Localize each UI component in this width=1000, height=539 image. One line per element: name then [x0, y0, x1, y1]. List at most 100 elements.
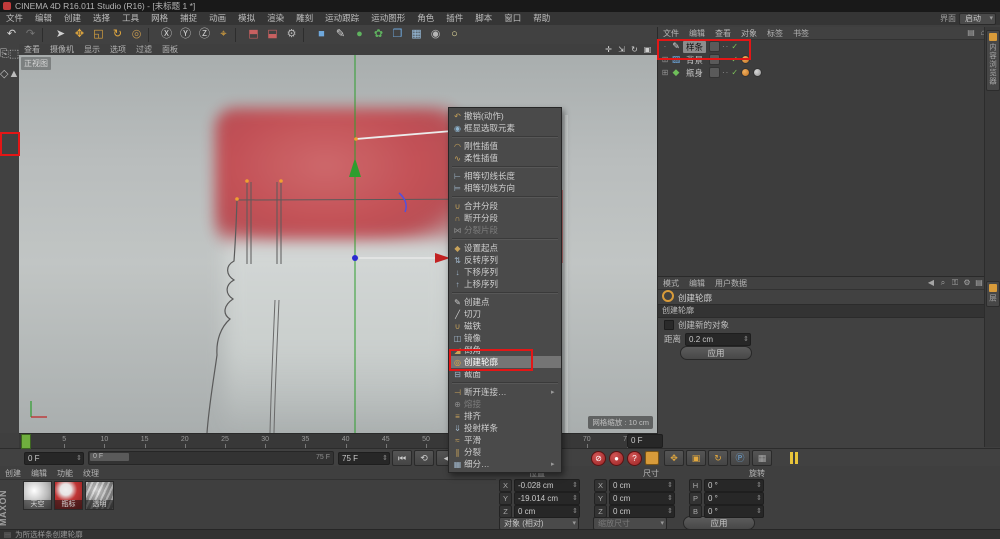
live-selection-icon[interactable]: ➤	[51, 26, 70, 43]
texture-tag[interactable]	[753, 68, 763, 77]
attr-back-icon[interactable]: ◀	[925, 277, 937, 289]
om-menu-查看[interactable]: 查看	[710, 28, 736, 40]
expand-toggle[interactable]: ·	[660, 42, 670, 51]
coord-system-icon[interactable]: ⌖	[214, 26, 233, 43]
object-row-样条[interactable]: · ✎ 样条 ·· ✓	[658, 40, 985, 53]
z-axis-lock-icon[interactable]: Ⓩ	[195, 26, 214, 43]
menu-文件[interactable]: 文件	[0, 12, 29, 25]
visibility-dots[interactable]: ··	[722, 55, 729, 64]
context-menu-item-撤销(动作)[interactable]: ↶ 撤销(动作)	[449, 110, 561, 122]
attribute-section-header[interactable]: 创建轮廓	[658, 304, 985, 318]
rotate-tool-icon[interactable]: ↻	[108, 26, 127, 43]
generator-icon[interactable]: ✿	[369, 26, 388, 43]
spline-pen-icon[interactable]: ✎	[331, 26, 350, 43]
field-rotation-p[interactable]: 0 ° ⇕	[704, 492, 764, 505]
render-view-icon[interactable]: ⬒	[244, 26, 263, 43]
object-name[interactable]: 瓶身	[683, 67, 706, 79]
field-position-z[interactable]: 0 cm ⇕	[514, 505, 580, 518]
field-rotation-b[interactable]: 0 ° ⇕	[704, 505, 764, 518]
enabled-check-icon[interactable]: ✓	[731, 42, 738, 51]
interface-select[interactable]: 启动	[959, 13, 996, 25]
field-size-y[interactable]: 0 cm ⇕	[609, 492, 675, 505]
object-row-背景[interactable]: ⊞ ▨ 背景 ·· ✓	[658, 53, 985, 66]
enabled-check-icon[interactable]: ✓	[731, 55, 738, 64]
last-tool-icon[interactable]: ◎	[127, 26, 146, 43]
viewport-menu-摄像机[interactable]: 摄像机	[45, 44, 79, 55]
menu-角色[interactable]: 角色	[411, 12, 440, 25]
coord-mode-select[interactable]: 对象 (相对)	[499, 516, 579, 530]
pla-bars-icon[interactable]	[790, 452, 799, 464]
viewport-menu-面板[interactable]: 面板	[157, 44, 183, 55]
field-position-y[interactable]: -19.014 cm ⇕	[514, 492, 580, 505]
mat-menu-创建[interactable]: 创建	[0, 468, 26, 480]
menu-插件[interactable]: 插件	[440, 12, 469, 25]
stepper-icon[interactable]: ⇕	[756, 493, 762, 504]
context-menu-item-切刀[interactable]: ╱ 切刀	[449, 308, 561, 320]
attr-menu-编辑[interactable]: 编辑	[684, 278, 710, 290]
object-name[interactable]: 样条	[683, 40, 707, 53]
menu-编辑[interactable]: 编辑	[29, 12, 58, 25]
make-editable-icon[interactable]: ⎘	[0, 48, 9, 60]
key-pla-toggle[interactable]: ▦	[752, 450, 772, 466]
create-new-object-checkbox[interactable]	[664, 320, 674, 330]
y-axis-lock-icon[interactable]: Ⓨ	[176, 26, 195, 43]
menu-选择[interactable]: 选择	[87, 12, 116, 25]
context-menu-item-细分…[interactable]: ▦ 细分… ▸	[449, 458, 561, 470]
menu-帮助[interactable]: 帮助	[527, 12, 556, 25]
stepper-icon[interactable]: ⇕	[667, 506, 673, 517]
context-menu-item-下移序列[interactable]: ↓ 下移序列	[449, 266, 561, 278]
texture-tag[interactable]	[741, 55, 751, 64]
menu-创建[interactable]: 创建	[58, 12, 87, 25]
viewport-menu-查看[interactable]: 查看	[19, 44, 45, 55]
context-menu-item-倒角[interactable]: ◢ 倒角	[449, 344, 561, 356]
context-menu-item-断开连接…[interactable]: ⊣ 断开连接… ▸	[449, 386, 561, 398]
menu-渲染[interactable]: 渲染	[261, 12, 290, 25]
menu-窗口[interactable]: 窗口	[498, 12, 527, 25]
apply-button[interactable]: 应用	[680, 346, 752, 360]
undo-icon[interactable]: ↶	[2, 26, 21, 43]
render-picture-viewer-icon[interactable]: ⬓	[263, 26, 282, 43]
autokey-button[interactable]: ●	[609, 450, 624, 466]
field-size-x[interactable]: 0 cm ⇕	[609, 479, 675, 492]
y-axis-arrow[interactable]	[349, 158, 361, 177]
menu-工具[interactable]: 工具	[116, 12, 145, 25]
viewport-menu-选项[interactable]: 选项	[105, 44, 131, 55]
view-zoom-icon[interactable]: ⇲	[615, 44, 628, 55]
om-menu-书签[interactable]: 书签	[788, 28, 814, 40]
key-rotation-toggle[interactable]: ↻	[708, 450, 728, 466]
record-keyframe-button[interactable]: ⊘	[591, 450, 606, 466]
context-menu-item-投射样条[interactable]: ⇓ 投射样条	[449, 422, 561, 434]
stepper-icon[interactable]: ⇕	[756, 506, 762, 517]
polygons-mode-icon[interactable]: ▲	[8, 68, 19, 80]
object-row-瓶身[interactable]: ⊞ ◆ 瓶身 ·· ✓	[658, 66, 985, 79]
om-menu-编辑[interactable]: 编辑	[684, 28, 710, 40]
context-menu-item-分裂[interactable]: ∥ 分裂	[449, 446, 561, 458]
key-parameter-toggle[interactable]: Ⓟ	[730, 450, 750, 466]
timeline-range-slider[interactable]: 0 F 75 F	[88, 451, 334, 465]
key-scale-toggle[interactable]: ▣	[686, 450, 706, 466]
view-rotate-icon[interactable]: ↻	[628, 44, 641, 55]
current-frame-field[interactable]: 0 F ⇕	[24, 451, 84, 465]
render-settings-icon[interactable]: ⚙	[282, 26, 301, 43]
mat-menu-纹理[interactable]: 纹理	[78, 468, 104, 480]
layer-tag[interactable]	[709, 54, 721, 65]
context-menu-item-平滑[interactable]: ≈ 平滑	[449, 434, 561, 446]
model-mode-icon[interactable]: ⬚	[9, 48, 19, 60]
redo-icon[interactable]: ↷	[21, 26, 40, 43]
menu-脚本[interactable]: 脚本	[469, 12, 498, 25]
stepper-icon[interactable]: ⇕	[572, 506, 578, 517]
stepper-icon[interactable]: ⇕	[667, 493, 673, 504]
viewport-menu-过滤[interactable]: 过滤	[131, 44, 157, 55]
dock-tab-内容浏览器[interactable]: 内容浏览器	[986, 30, 1000, 91]
dock-tab-层[interactable]: 层	[986, 280, 1000, 307]
attr-lock-icon[interactable]: ⚿	[949, 277, 961, 289]
menu-捕捉[interactable]: 捕捉	[174, 12, 203, 25]
key-position-toggle[interactable]: ✥	[664, 450, 684, 466]
context-menu-item-设置起点[interactable]: ◆ 设置起点	[449, 242, 561, 254]
material-透明[interactable]: 透明	[85, 481, 114, 510]
add-cube-icon[interactable]: ■	[312, 26, 331, 43]
stepper-icon[interactable]: ⇕	[756, 480, 762, 491]
move-tool-icon[interactable]: ✥	[70, 26, 89, 43]
texture-tag[interactable]	[741, 68, 751, 77]
menu-网格[interactable]: 网格	[145, 12, 174, 25]
